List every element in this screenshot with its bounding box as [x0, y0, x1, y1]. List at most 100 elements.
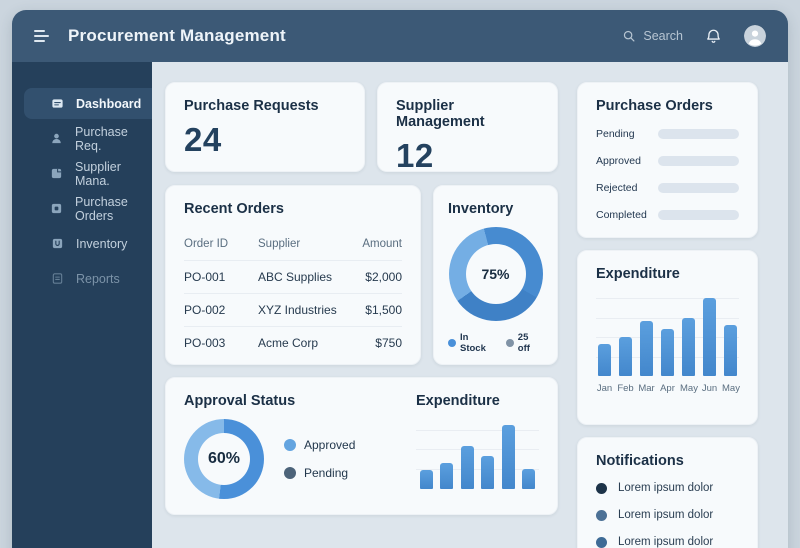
supplier-cell: XYZ Industries	[258, 303, 337, 317]
inventory-donut-chart: 75%	[448, 227, 543, 321]
supplier-cell: ABC Supplies	[258, 270, 333, 284]
notification-item: Lorem ipsum dolor	[596, 536, 739, 548]
x-tick-label: Mar	[638, 383, 655, 394]
donut-center-label: 60%	[198, 433, 250, 485]
mini-expenditure-section: Expenditure	[416, 393, 539, 499]
legend-label: Approved	[304, 438, 356, 452]
card-title: Approval Status	[184, 393, 296, 409]
sidebar-item-purchase-orders[interactable]: Purchase Orders	[24, 193, 152, 224]
x-tick-label: Feb	[617, 383, 634, 394]
sidebar-item-label: Inventory	[76, 236, 128, 251]
table-row: PO-003 Acme Corp $750	[184, 326, 402, 359]
status-bar-row: Rejected	[596, 182, 739, 194]
gridline	[416, 430, 539, 432]
status-bar-row: Completed	[596, 209, 739, 221]
recent-orders-table: Order ID Supplier Amount PO-001 ABC Supp…	[184, 227, 402, 359]
supplier-cell: Acme Corp	[258, 336, 319, 350]
supplier-icon	[50, 167, 63, 180]
sidebar-item-purchase-req[interactable]: Purchase Req.	[24, 123, 152, 154]
dashboard-icon	[50, 97, 64, 110]
approval-legend: Approved Pending	[284, 438, 355, 480]
order-id-cell: PO-002	[184, 303, 226, 317]
gridline	[596, 298, 739, 299]
x-tick-label: May	[680, 383, 698, 394]
legend-item: In Stock	[448, 332, 497, 354]
notification-dot	[596, 509, 607, 521]
bar	[598, 344, 611, 376]
bar-track	[658, 156, 739, 166]
header-actions: Search	[622, 25, 766, 47]
bar	[501, 425, 515, 489]
sidebar-item-label: Purchase Orders	[75, 194, 128, 223]
sidebar-item-inventory[interactable]: Inventory	[24, 228, 152, 259]
column-header: Order ID	[184, 237, 229, 250]
legend-label: Pending	[304, 466, 349, 480]
user-avatar[interactable]	[744, 25, 766, 47]
notification-text: Lorem ipsum dolor	[618, 509, 714, 521]
user-icon	[50, 132, 63, 145]
purchase-requests-card: Purchase Requests 24	[165, 82, 365, 172]
card-title: Expenditure	[596, 266, 680, 282]
bar-track	[658, 210, 739, 220]
expenditure-bar-chart	[596, 298, 739, 376]
sidebar-item-dashboard[interactable]: Dashboard	[24, 88, 152, 119]
card-title: Supplier Management	[396, 98, 485, 130]
notification-item: Lorem ipsum dolor	[596, 509, 739, 521]
sidebar-item-label: Reports	[76, 271, 120, 286]
card-title: Expenditure	[416, 393, 500, 409]
amount-cell: $750	[375, 336, 402, 350]
bar-label: Completed	[596, 209, 647, 221]
card-title: Purchase Orders	[596, 98, 713, 114]
approval-status-section: Approval Status 60% Approved Pending	[184, 393, 416, 499]
bar	[521, 469, 535, 489]
donut-center-label: 75%	[465, 244, 526, 304]
sidebar-item-reports[interactable]: Reports	[24, 263, 152, 294]
expenditure-card: Expenditure Jan Feb Mar Apr May Jun May	[577, 250, 758, 425]
inventory-card: Inventory 75% In Stock 25 off	[433, 185, 558, 365]
app-body: Dashboard Purchase Req. Supplier Mana. P…	[12, 62, 788, 548]
bar	[661, 329, 674, 376]
bar	[481, 456, 495, 489]
app-title: Procurement Management	[68, 26, 286, 45]
sidebar-item-label: Supplier Mana.	[75, 159, 121, 188]
column-header: Supplier	[258, 237, 301, 250]
x-tick-label: Jun	[701, 383, 718, 394]
status-bar-row: Pending	[596, 128, 739, 140]
gridline	[596, 317, 739, 319]
legend-label: In Stock	[460, 332, 486, 354]
x-axis-labels: Jan Feb Mar Apr May Jun May	[596, 383, 740, 394]
legend-dot	[284, 439, 296, 451]
notification-text: Lorem ipsum dolor	[618, 482, 714, 494]
legend-item: Approved	[284, 438, 355, 452]
bar	[640, 321, 653, 376]
purchase-orders-bars: Pending Approved Rejected Completed	[596, 128, 739, 221]
mini-expenditure-bar-chart	[416, 425, 539, 489]
bar-label: Approved	[596, 155, 641, 167]
inventory-legend: In Stock 25 off	[448, 332, 543, 354]
legend-dot	[284, 467, 296, 479]
approval-status-card: Approval Status 60% Approved Pending Exp…	[165, 377, 558, 515]
orders-icon	[50, 202, 63, 215]
legend-label: 25 off	[517, 332, 530, 354]
notification-dot	[596, 536, 607, 548]
legend-dot	[505, 339, 514, 347]
search-button[interactable]: Search	[622, 29, 683, 43]
notification-text: Lorem ipsum dolor	[618, 536, 714, 548]
amount-cell: $1,500	[365, 303, 402, 317]
supplier-management-card: Supplier Management 12	[377, 82, 558, 174]
bar-label: Pending	[596, 128, 635, 140]
sidebar-item-supplier-mana[interactable]: Supplier Mana.	[24, 158, 152, 189]
menu-icon[interactable]	[34, 30, 50, 42]
legend-dot	[448, 339, 456, 347]
bar	[724, 325, 737, 376]
supplier-management-count: 12	[396, 137, 434, 174]
x-tick-label: May	[722, 383, 740, 394]
bar-track	[658, 129, 739, 139]
purchase-orders-card: Purchase Orders Pending Approved Rejecte…	[577, 82, 758, 238]
amount-cell: $2,000	[365, 270, 402, 284]
app-window: Procurement Management Search Dashboard …	[12, 10, 788, 548]
table-header-row: Order ID Supplier Amount	[184, 227, 402, 260]
bar	[460, 446, 474, 489]
sidebar: Dashboard Purchase Req. Supplier Mana. P…	[12, 62, 152, 548]
bell-icon[interactable]	[705, 28, 722, 45]
